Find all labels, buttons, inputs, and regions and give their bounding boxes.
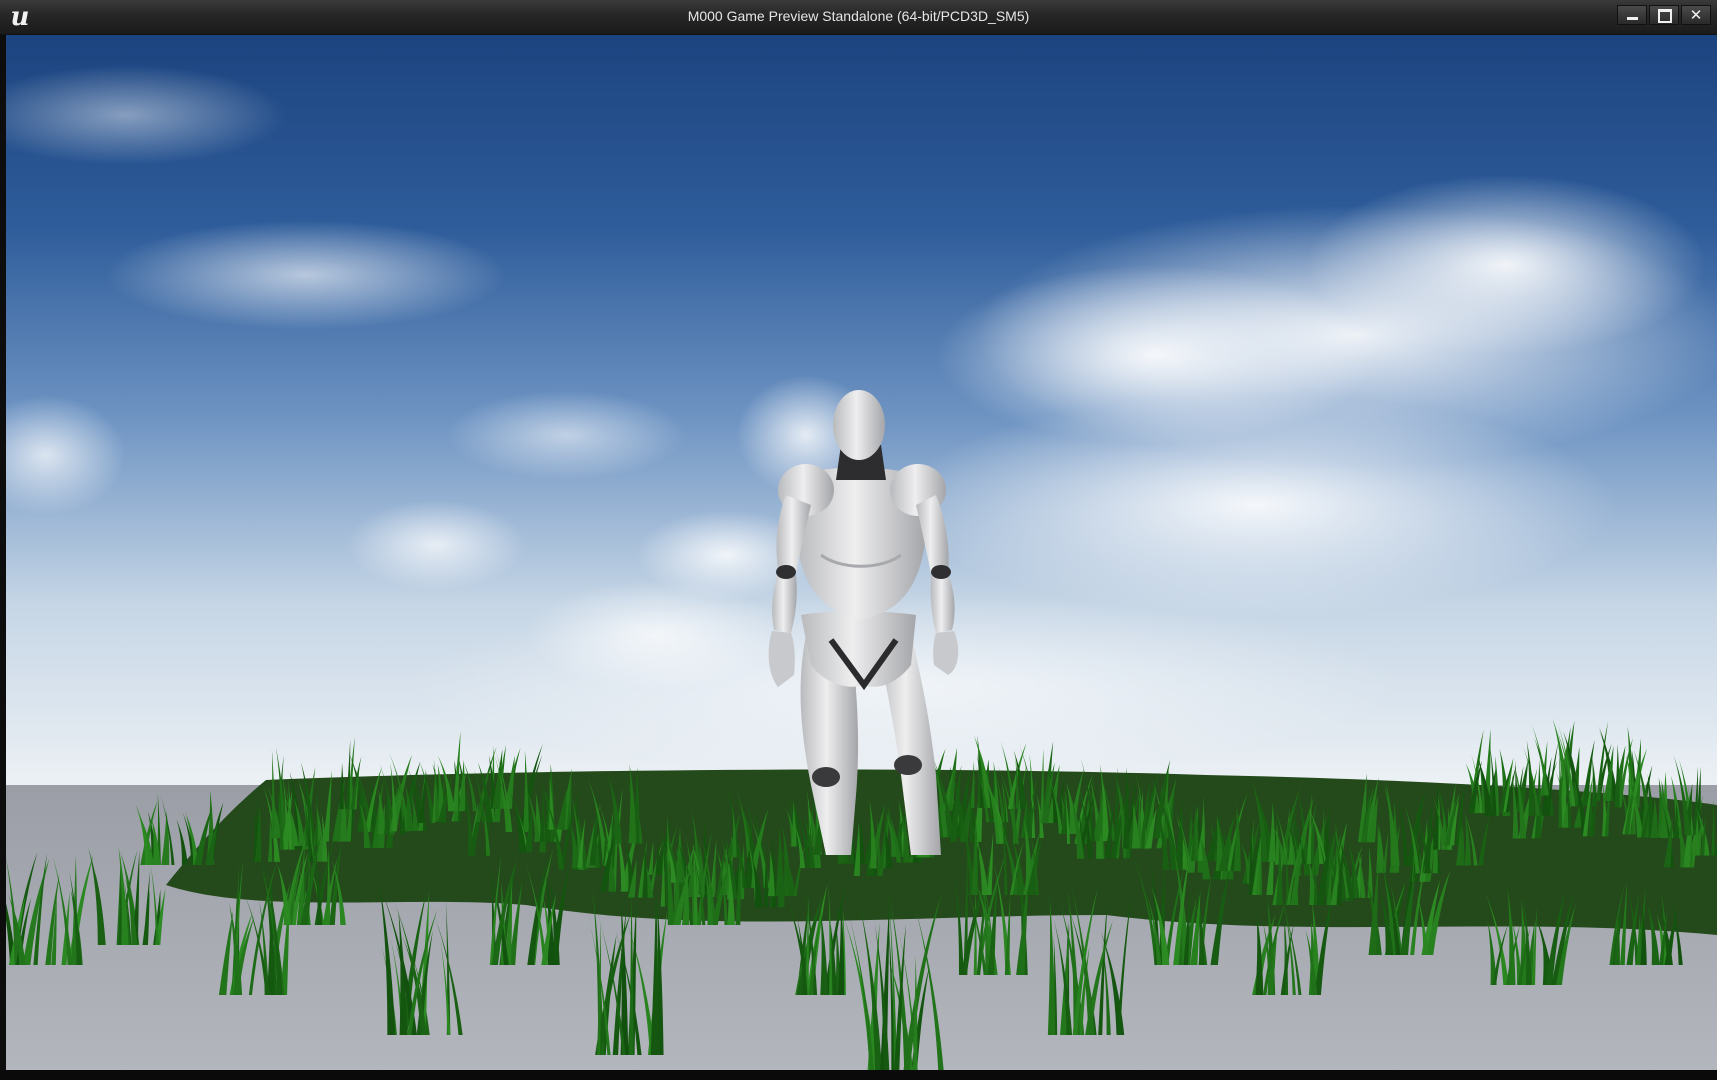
window-bottom-border — [0, 1070, 1717, 1080]
minimize-icon — [1618, 6, 1646, 24]
window-controls: ✕ — [1617, 5, 1711, 25]
minimize-button[interactable] — [1617, 5, 1647, 25]
game-preview-window: u M000 Game Preview Standalone (64-bit/P… — [0, 0, 1717, 1080]
game-viewport[interactable] — [6, 35, 1717, 1070]
window-title: M000 Game Preview Standalone (64-bit/PCD… — [687, 8, 1030, 24]
unreal-engine-logo-icon[interactable]: u — [6, 4, 34, 30]
title-bar[interactable]: u M000 Game Preview Standalone (64-bit/P… — [0, 0, 1717, 35]
close-button[interactable]: ✕ — [1681, 5, 1711, 25]
close-icon: ✕ — [1689, 6, 1703, 24]
maximize-icon — [1650, 6, 1678, 24]
maximize-button[interactable] — [1649, 5, 1679, 25]
